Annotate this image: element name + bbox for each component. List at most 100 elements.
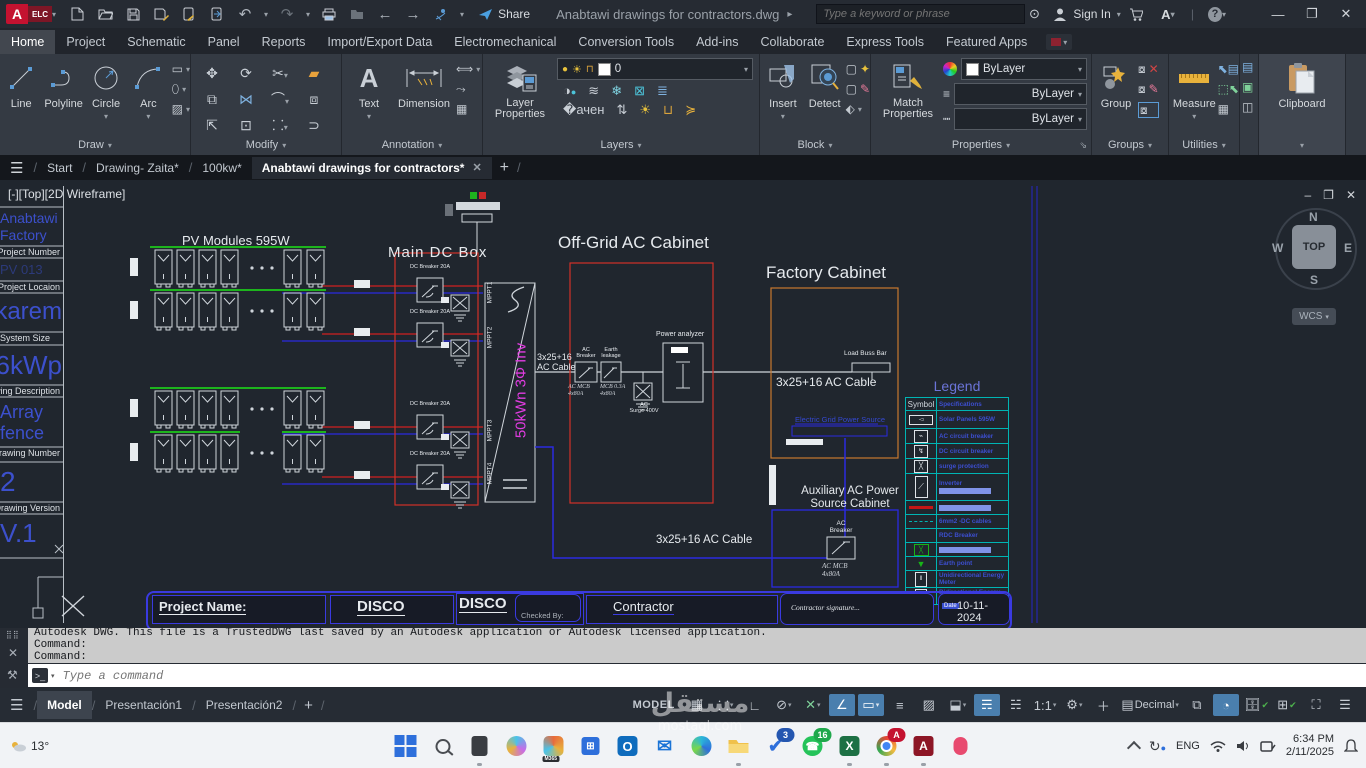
graphics-performance-icon[interactable]: 🗄 ✔ [1242, 694, 1271, 716]
content-browser-icon[interactable]: ▣ [1242, 80, 1256, 94]
viewport-close-icon[interactable]: ✕ [1346, 188, 1356, 202]
previous-view-icon[interactable]: ← [376, 6, 394, 23]
todo-button[interactable]: ✔ 3 [762, 728, 795, 760]
quick-calculator-icon[interactable]: ▦ [1218, 102, 1239, 116]
folder-icon[interactable] [348, 6, 366, 22]
fillet-icon[interactable]: ⌒▾ [271, 89, 289, 109]
scale-icon[interactable]: ⊡ [240, 117, 252, 134]
explode-icon[interactable]: ⧈ [310, 91, 319, 108]
mirror-icon[interactable]: ⋈ [239, 91, 253, 108]
array-icon[interactable]: ⸬▾ [272, 116, 288, 135]
layer-select[interactable]: ● ☀ ⊓ 0 ▾ [557, 58, 753, 80]
whatsapp-button[interactable]: ☎ 16 [799, 728, 832, 760]
autocad-taskbar-button[interactable]: A [910, 732, 938, 760]
groups-panel-label[interactable]: Groups ▾ [1092, 137, 1168, 153]
color-wheel-icon[interactable] [943, 62, 957, 76]
mail-button[interactable]: ✉ [651, 732, 679, 760]
layer-walk-icon[interactable]: ≽ [685, 102, 696, 118]
grid-display-icon[interactable]: ▦ [684, 694, 710, 716]
annotation-monitor-icon[interactable]: ＋ [1090, 694, 1116, 716]
viewport-controls[interactable]: [-][Top][2D Wireframe] [8, 187, 125, 201]
leader-icon[interactable]: ⤳ [456, 82, 480, 96]
viewcube-west[interactable]: W [1272, 241, 1283, 255]
app-menu-button[interactable]: A ELC ▾ [6, 4, 56, 24]
new-file-icon[interactable] [68, 6, 86, 22]
group-edit-icon[interactable]: ⧇ ✎ [1138, 82, 1159, 97]
save-as-icon[interactable] [152, 6, 170, 22]
layer-isolate-icon[interactable]: ≋ [588, 83, 599, 99]
minimize-button[interactable]: — [1268, 7, 1288, 22]
stretch-icon[interactable]: ⇱ [206, 117, 218, 134]
layer-thaw2-icon[interactable]: ☀ [639, 102, 651, 118]
search-icon[interactable]: ⊙ [1025, 6, 1043, 22]
layout-tab-presentacion2[interactable]: Presentación2 [196, 691, 293, 719]
help-icon[interactable]: ? ▾ [1208, 6, 1226, 22]
block-panel-label[interactable]: Block ▾ [760, 137, 870, 153]
select-objects-icon[interactable]: ⬚⬉ [1218, 82, 1239, 96]
customization-icon[interactable]: ☰ [1332, 694, 1358, 716]
save-icon[interactable] [124, 6, 142, 22]
close-button[interactable]: ✕ [1336, 6, 1356, 22]
quick-select-icon[interactable]: ⬉▤ [1218, 62, 1239, 76]
erase-icon[interactable]: ▰ [309, 65, 320, 82]
ortho-mode-icon[interactable]: ∟ [742, 694, 768, 716]
units-icon[interactable]: ▤ Decimal ▾ [1119, 694, 1181, 716]
line-button[interactable]: Line [0, 58, 42, 110]
quick-properties-icon[interactable]: ⧉ [1184, 694, 1210, 716]
layout-tab-presentacion1[interactable]: Presentación1 [95, 691, 192, 719]
new-drawing-button[interactable]: + [500, 159, 509, 177]
polyline-button[interactable]: Polyline [42, 58, 84, 110]
search-button[interactable] [429, 732, 457, 760]
tab-import-export-data[interactable]: Import/Export Data [316, 30, 443, 54]
lineweight-display-icon[interactable]: ≡ [887, 694, 913, 716]
print-icon[interactable] [320, 6, 338, 22]
m365-copilot-button[interactable]: M365 [540, 732, 568, 762]
osnap-icon[interactable]: ✕ ▾ [800, 694, 826, 716]
tray-chevron-icon[interactable] [1126, 740, 1141, 756]
text-button[interactable]: A Text ▾ [346, 58, 392, 122]
tab-reports[interactable]: Reports [251, 30, 317, 54]
update-icon[interactable]: ↻● [1149, 738, 1166, 755]
linetype-select[interactable]: ByLayer ▾ [954, 108, 1087, 130]
viewcube-east[interactable]: E [1344, 241, 1352, 255]
selection-cycling-icon[interactable]: ⬓ ▾ [945, 694, 971, 716]
command-caret-icon[interactable]: ▾ [51, 672, 55, 680]
clipboard-button[interactable]: Clipboard [1267, 58, 1337, 110]
properties-launcher-icon[interactable]: ⇘ [1079, 140, 1087, 151]
modify-panel-label[interactable]: Modify ▾ [191, 137, 341, 153]
draw-panel-label[interactable]: Draw ▾ [0, 137, 190, 153]
layers-panel-label[interactable]: Layers ▾ [483, 137, 759, 153]
tab-panel[interactable]: Panel [197, 30, 251, 54]
table-icon[interactable]: ▦ [456, 102, 480, 116]
dim-style-icon[interactable]: ⟺ ▾ [456, 62, 480, 76]
viewcube-south[interactable]: S [1310, 273, 1318, 287]
restore-button[interactable]: ❐ [1302, 6, 1322, 22]
title-caret-icon[interactable]: ▸ [787, 9, 792, 20]
file-tab-anabtawi[interactable]: Anabtawi drawings for contractors* ✕ [251, 156, 492, 179]
file-tab-close-icon[interactable]: ✕ [472, 161, 481, 174]
start-button[interactable] [392, 732, 420, 760]
tab-electromechanical[interactable]: Electromechanical [443, 30, 567, 54]
workspace-switching-icon[interactable]: ⚙ ▾ [1061, 694, 1087, 716]
edge-button[interactable] [688, 732, 716, 760]
redo-caret-icon[interactable]: ▾ [306, 10, 310, 19]
tab-conversion-tools[interactable]: Conversion Tools [567, 30, 685, 54]
transparency-icon[interactable]: ▨ [916, 694, 942, 716]
snap-mode-icon[interactable]: ⸬ ▾ [713, 694, 739, 716]
file-tab-drawing-zaita[interactable]: Drawing- Zaita* [86, 157, 189, 179]
save-to-web-mobile-icon[interactable] [180, 6, 198, 22]
annotation-autoscale-icon[interactable]: ☵ [1003, 694, 1029, 716]
chrome-button[interactable]: A [873, 728, 906, 760]
arc-button[interactable]: Arc ▾ [127, 58, 169, 121]
layer-unisolate-icon[interactable]: ⇅ [616, 102, 627, 118]
ellipse-tool-icon[interactable]: ⬯ ▾ [172, 82, 190, 96]
excel-button[interactable]: X [836, 732, 864, 760]
tab-schematic[interactable]: Schematic [116, 30, 196, 54]
group-button[interactable]: Group [1094, 58, 1138, 110]
properties-palette-icon[interactable]: ◫ [1242, 100, 1256, 114]
command-grip-icon[interactable]: ⣿⣿ [6, 631, 20, 639]
dynamic-input-icon[interactable]: ▭ ▾ [857, 694, 884, 716]
autodesk-app-icon[interactable]: A ▾ [1159, 6, 1177, 22]
group-selection-icon[interactable]: ⧇ [1138, 102, 1159, 118]
tab-featured-apps[interactable]: Featured Apps [935, 30, 1038, 54]
